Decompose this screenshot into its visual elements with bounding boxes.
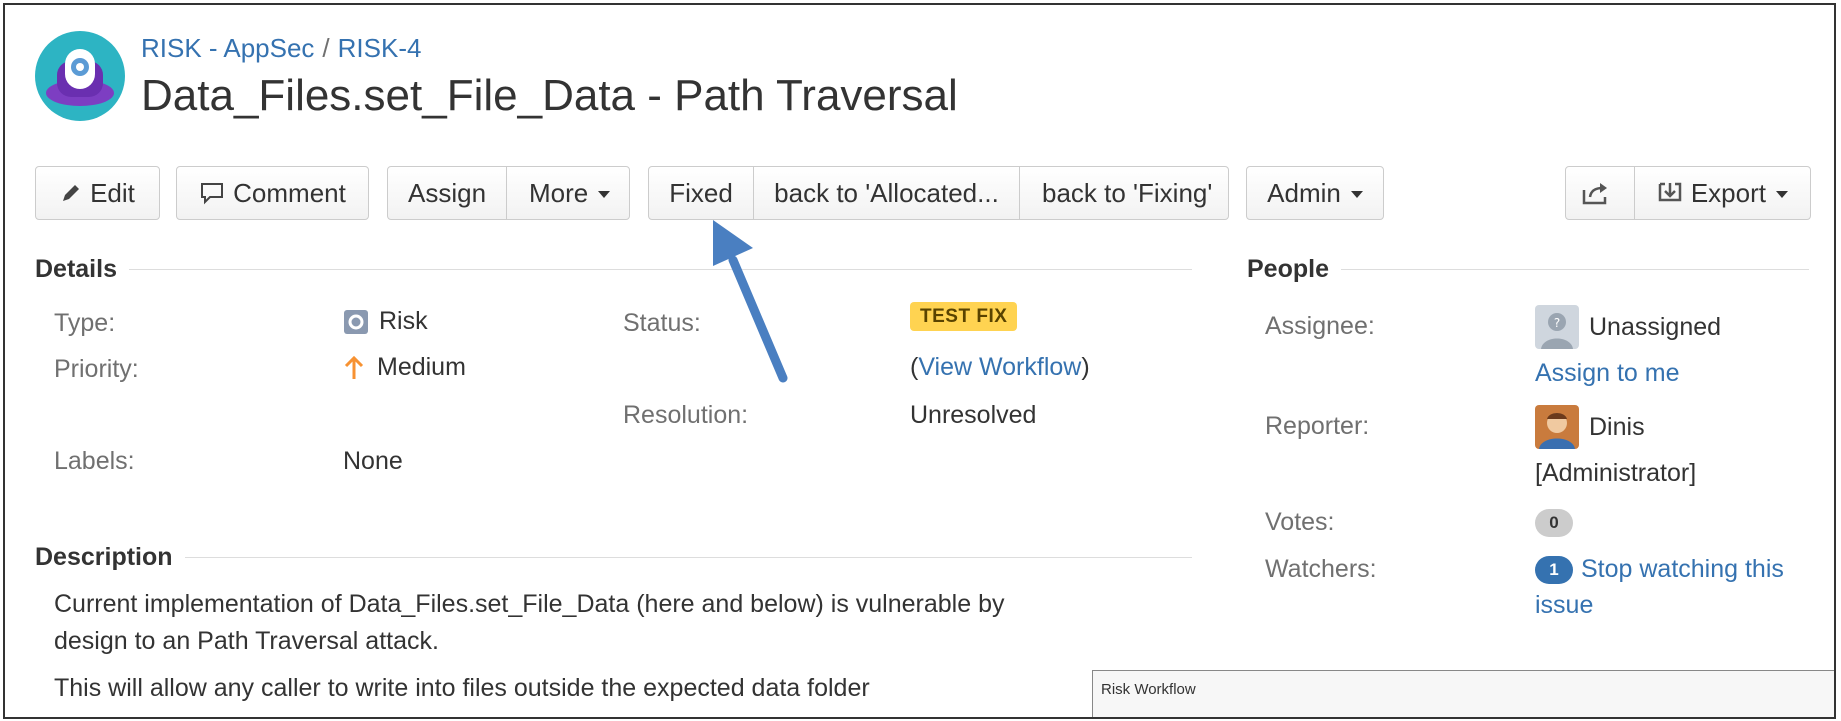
description-line: design to an Path Traversal attack. [54,627,439,655]
priority-label: Priority: [54,355,139,383]
share-export-group: Export [1565,166,1811,220]
description-line: This will allow any caller to write into… [54,674,870,702]
breadcrumb-project-link[interactable]: RISK - AppSec [141,33,314,63]
share-icon [1582,183,1607,205]
comment-button[interactable]: Comment [177,167,368,219]
resolution-label: Resolution: [623,401,749,429]
more-button[interactable]: More [506,167,632,219]
type-value: Risk [343,307,428,336]
edit-button[interactable]: Edit [36,167,159,219]
votes-count: 0 [1535,509,1573,537]
votes-badge[interactable]: 0 [1535,509,1573,537]
chevron-down-icon [598,191,611,198]
description-heading: Description [35,543,1192,572]
download-icon [1658,182,1682,202]
view-workflow: (View Workflow) [910,353,1090,382]
people-heading: People [1247,255,1809,284]
assignee-value: ? Unassigned [1535,305,1721,349]
assignee-name: Unassigned [1589,312,1722,341]
risk-type-icon [344,309,368,334]
back-to-fixing-label: back to 'Fixing' [1042,177,1213,208]
assign-button[interactable]: Assign [388,167,506,219]
view-workflow-link[interactable]: View Workflow [918,353,1081,382]
project-avatar[interactable] [35,31,125,121]
breadcrumb-issue-link[interactable]: RISK-4 [338,33,422,63]
resolution-value: Unresolved [910,401,1037,429]
details-heading-label: Details [35,255,117,283]
description-line: Current implementation of Data_Files.set… [54,590,1005,618]
watchers-label: Watchers: [1265,555,1377,583]
description-divider [184,557,1192,558]
type-value-text: Risk [379,307,428,335]
people-heading-label: People [1247,255,1329,283]
fixed-button[interactable]: Fixed [649,167,753,219]
export-button[interactable]: Export [1633,167,1810,219]
assign-label: Assign [407,177,487,208]
svg-text:?: ? [1554,316,1560,330]
admin-button[interactable]: Admin [1247,167,1383,219]
assignee-label: Assignee: [1265,312,1375,340]
workflow-transitions-group: Fixed back to 'Allocated... back to 'Fix… [648,166,1229,220]
edit-label: Edit [90,177,135,208]
arrow-up-icon [344,355,364,379]
chevron-down-icon [1776,191,1788,198]
stop-watching-link-continued[interactable]: issue [1535,591,1593,620]
labels-label: Labels: [54,447,135,475]
arrow-annotation [713,220,788,383]
stop-watching-link[interactable]: Stop watching this [1581,555,1784,584]
assign-to-me-link[interactable]: Assign to me [1535,359,1680,388]
edit-group: Edit [35,166,160,220]
assign-more-group: Assign More [387,166,630,220]
details-heading: Details [35,255,1192,284]
priority-value: Medium [343,353,466,382]
back-to-allocated-label: back to 'Allocated... [774,177,999,208]
fixed-label: Fixed [669,177,733,208]
watchers-value[interactable]: 1 Stop watching this [1535,555,1784,584]
back-to-fixing-button[interactable]: back to 'Fixing' [1019,167,1234,219]
comment-label: Comment [233,177,346,208]
reporter-label: Reporter: [1265,412,1370,440]
description-heading-label: Description [35,543,173,571]
reporter-role: [Administrator] [1535,459,1697,487]
votes-label: Votes: [1265,508,1335,536]
workflow-paren-open: ( [910,353,919,381]
type-label: Type: [54,309,116,337]
reporter-name: Dinis [1589,412,1645,441]
default-avatar-icon: ? [1535,305,1579,349]
export-label: Export [1690,177,1766,208]
status-label: Status: [623,309,701,337]
breadcrumb-separator: / [322,33,330,63]
reporter-value[interactable]: Dinis [1535,405,1645,449]
chevron-down-icon [1350,191,1363,198]
reporter-avatar [1535,405,1579,449]
admin-label: Admin [1267,177,1341,208]
admin-group: Admin [1246,166,1384,220]
issue-view: RISK - AppSec / RISK-4 Data_Files.set_File… [3,3,1836,719]
share-button[interactable] [1566,167,1634,219]
details-divider [128,269,1192,270]
risk-workflow-title: Risk Workflow [1101,681,1196,698]
more-label: More [529,177,589,208]
status-lozenge: TEST FIX [910,302,1018,331]
pencil-icon [63,185,80,201]
back-to-allocated-button[interactable]: back to 'Allocated... [753,167,1019,219]
breadcrumb: RISK - AppSec / RISK-4 [141,33,421,64]
status-badge: TEST FIX [910,302,1018,331]
comment-icon [201,183,224,205]
risk-workflow-panel: Risk Workflow [1092,670,1834,717]
description-body: Current implementation of Data_Files.set… [54,586,1154,707]
priority-value-text: Medium [377,353,466,381]
labels-value: None [343,447,403,475]
comment-group: Comment [176,166,369,220]
workflow-paren-close: ) [1081,353,1090,381]
people-divider [1340,269,1809,270]
issue-title: Data_Files.set_File_Data - Path Traversa… [141,71,958,120]
watchers-count: 1 [1535,555,1573,584]
